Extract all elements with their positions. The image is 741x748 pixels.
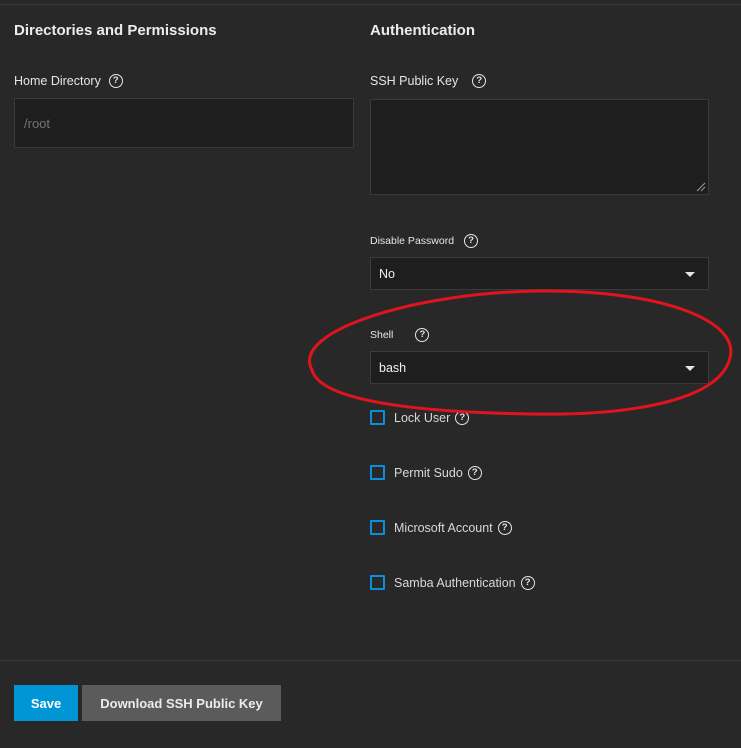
authentication-section-title: Authentication xyxy=(370,22,475,39)
permit-sudo-option[interactable]: Permit Sudo ? xyxy=(370,465,482,480)
microsoft-account-label[interactable]: Microsoft Account xyxy=(394,521,493,535)
directories-section-title: Directories and Permissions xyxy=(14,22,217,39)
lock-user-label[interactable]: Lock User xyxy=(394,411,450,425)
resize-grip-icon[interactable] xyxy=(694,180,706,192)
ssh-public-key-label: SSH Public Key ? xyxy=(370,74,487,88)
lock-user-option[interactable]: Lock User ? xyxy=(370,410,470,425)
lock-user-checkbox[interactable] xyxy=(370,410,385,425)
disable-password-select[interactable]: No xyxy=(370,257,709,290)
disable-password-label-text: Disable Password xyxy=(370,235,455,247)
ssh-public-key-textarea[interactable] xyxy=(370,99,709,195)
shell-label: Shell ? xyxy=(370,328,430,342)
help-icon[interactable]: ? xyxy=(108,74,123,88)
help-icon[interactable]: ? xyxy=(520,575,535,590)
samba-authentication-option[interactable]: Samba Authentication ? xyxy=(370,575,535,590)
download-ssh-public-key-button[interactable]: Download SSH Public Key xyxy=(82,685,281,721)
help-icon[interactable]: ? xyxy=(497,520,512,535)
microsoft-account-checkbox[interactable] xyxy=(370,520,385,535)
disable-password-value: No xyxy=(379,266,395,281)
help-icon[interactable]: ? xyxy=(467,465,482,480)
home-directory-label: Home Directory ? xyxy=(14,74,123,88)
chevron-down-icon xyxy=(685,271,695,277)
samba-authentication-label[interactable]: Samba Authentication xyxy=(394,576,516,590)
samba-authentication-checkbox[interactable] xyxy=(370,575,385,590)
help-icon[interactable]: ? xyxy=(455,410,470,425)
permit-sudo-checkbox[interactable] xyxy=(370,465,385,480)
help-icon[interactable]: ? xyxy=(472,74,487,88)
help-icon[interactable]: ? xyxy=(464,234,479,248)
shell-label-text: Shell xyxy=(370,329,394,341)
chevron-down-icon xyxy=(685,365,695,371)
ssh-public-key-label-text: SSH Public Key xyxy=(370,74,459,88)
shell-select[interactable]: bash xyxy=(370,351,709,384)
microsoft-account-option[interactable]: Microsoft Account ? xyxy=(370,520,512,535)
home-directory-input[interactable] xyxy=(14,98,354,148)
disable-password-label: Disable Password ? xyxy=(370,234,479,248)
home-directory-label-text: Home Directory xyxy=(14,74,101,88)
permit-sudo-label[interactable]: Permit Sudo xyxy=(394,466,463,480)
bottom-divider xyxy=(0,660,741,661)
top-divider xyxy=(0,4,741,5)
save-button[interactable]: Save xyxy=(14,685,78,721)
help-icon[interactable]: ? xyxy=(415,328,430,342)
shell-value: bash xyxy=(379,360,407,375)
